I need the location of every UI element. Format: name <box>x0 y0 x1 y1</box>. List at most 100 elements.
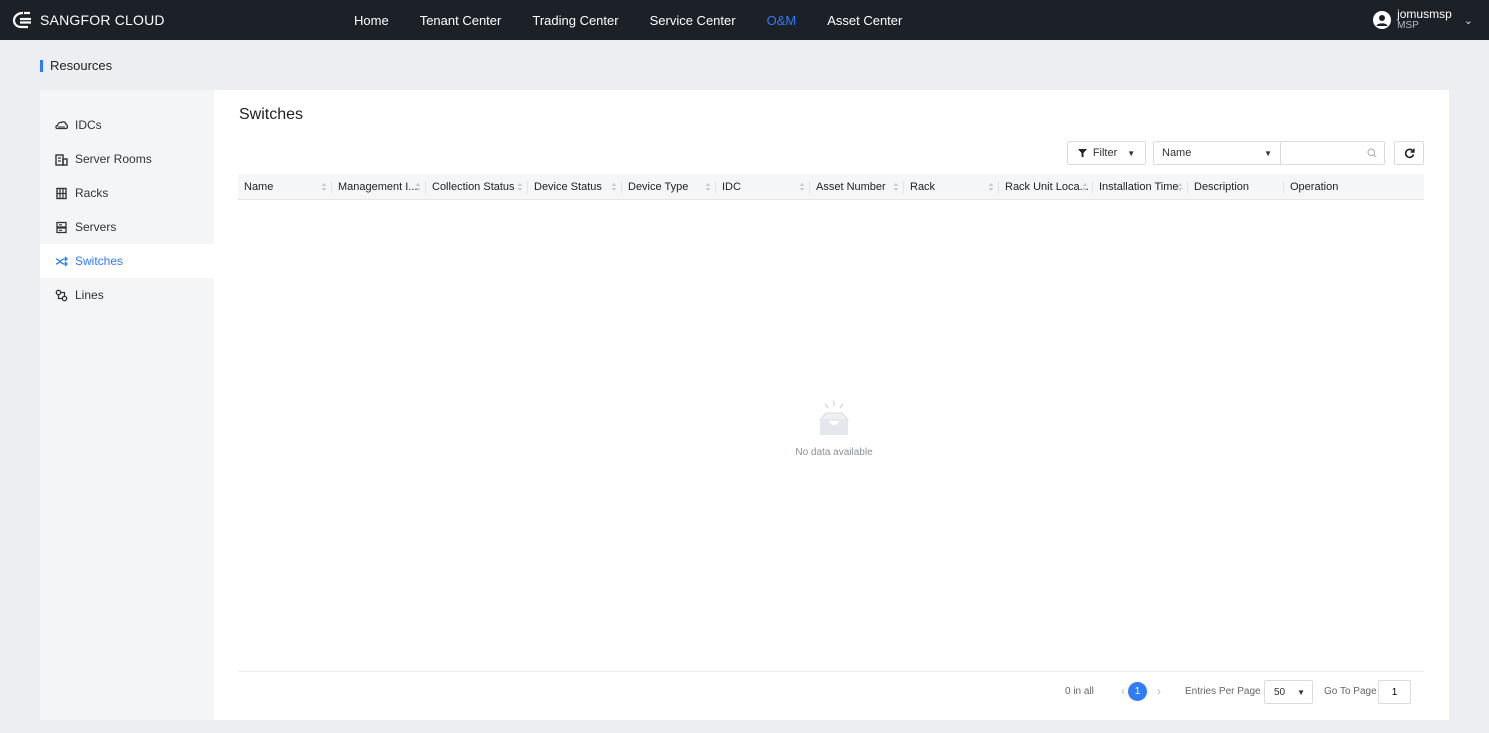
sort-icon[interactable] <box>893 182 899 192</box>
entries-per-page-value: 50 <box>1274 686 1286 698</box>
filter-icon <box>1077 148 1087 157</box>
brand-name: SANGFOR CLOUD <box>40 12 165 28</box>
column-label: Rack <box>910 181 936 193</box>
column-header-name[interactable]: Name <box>238 174 332 200</box>
refresh-button[interactable] <box>1394 141 1424 165</box>
entries-per-page-select[interactable]: 50 ▼ <box>1264 680 1313 704</box>
column-label: Asset Number <box>816 181 886 193</box>
main-panel: Switches Filter ▼ Name ▼ Name Management… <box>214 90 1449 720</box>
filter-button[interactable]: Filter ▼ <box>1067 141 1146 165</box>
caret-down-icon: ▼ <box>1264 148 1272 158</box>
chevron-right-icon[interactable]: › <box>1157 684 1161 698</box>
column-label: IDC <box>722 181 741 193</box>
empty-state-text: No data available <box>795 447 873 458</box>
column-header-collection-status[interactable]: Collection Status <box>426 174 528 200</box>
column-header-rack-unit-location[interactable]: Rack Unit Loca... <box>999 174 1093 200</box>
sort-icon[interactable] <box>1082 182 1088 192</box>
sort-icon[interactable] <box>321 182 327 192</box>
refresh-icon <box>1404 148 1415 158</box>
sidebar-item-racks[interactable]: Racks <box>40 176 214 210</box>
column-header-idc[interactable]: IDC <box>716 174 810 200</box>
user-name: jomusmsp <box>1397 7 1452 21</box>
rack-icon <box>55 187 68 200</box>
link-icon <box>55 289 68 302</box>
sort-icon[interactable] <box>415 182 421 192</box>
pagination-divider <box>238 671 1424 672</box>
sidebar-item-idcs[interactable]: IDCs <box>40 108 214 142</box>
column-header-device-type[interactable]: Device Type <box>622 174 716 200</box>
pagination-total: 0 in all <box>1065 686 1094 697</box>
column-label: Collection Status <box>432 181 515 193</box>
column-header-rack[interactable]: Rack <box>904 174 999 200</box>
sidebar: IDCs Server Rooms Racks Servers Switches… <box>40 90 214 720</box>
sidebar-item-switches[interactable]: Switches <box>40 244 214 278</box>
search-field-select[interactable]: Name ▼ <box>1153 141 1280 165</box>
chevron-down-icon: ⌄ <box>1463 14 1473 27</box>
sidebar-item-label: Lines <box>75 288 104 302</box>
sidebar-item-lines[interactable]: Lines <box>40 278 214 312</box>
top-navigation-bar: SANGFOR CLOUD Home Tenant Center Trading… <box>0 0 1489 40</box>
nav-item-service-center[interactable]: Service Center <box>650 13 736 28</box>
switch-icon <box>55 255 68 268</box>
caret-down-icon: ▼ <box>1127 148 1136 158</box>
server-icon <box>55 221 68 234</box>
user-avatar-icon <box>1373 11 1392 29</box>
sort-icon[interactable] <box>705 182 711 192</box>
sort-icon[interactable] <box>1177 182 1183 192</box>
search-input[interactable] <box>1287 143 1367 163</box>
column-label: Device Type <box>628 181 689 193</box>
page-title: Resources <box>50 58 113 73</box>
main-nav: Home Tenant Center Trading Center Servic… <box>354 0 933 40</box>
sangfor-logo-icon <box>12 11 31 29</box>
column-label: Name <box>244 181 274 193</box>
table-header: Name Management I... Collection Status D… <box>238 174 1424 200</box>
title-accent-bar <box>40 59 43 72</box>
sidebar-item-label: Server Rooms <box>75 152 152 166</box>
cloud-icon <box>55 119 68 132</box>
column-label: Description <box>1194 181 1250 193</box>
page-button-current[interactable]: 1 <box>1128 682 1147 701</box>
sidebar-item-label: Switches <box>75 254 124 268</box>
user-menu[interactable]: jomusmsp MSP ⌄ <box>1373 0 1473 40</box>
sort-icon[interactable] <box>611 182 617 192</box>
search-box <box>1280 141 1385 165</box>
sidebar-item-servers[interactable]: Servers <box>40 210 214 244</box>
go-to-page-input[interactable] <box>1378 680 1411 704</box>
caret-down-icon: ▼ <box>1297 687 1305 697</box>
column-label: Device Status <box>534 181 602 193</box>
page-header: Resources <box>40 58 112 73</box>
chevron-left-icon[interactable]: ‹ <box>1121 684 1125 698</box>
sort-icon[interactable] <box>799 182 805 192</box>
empty-state: No data available <box>774 398 894 458</box>
column-label: Installation Time <box>1099 181 1179 193</box>
brand-logo[interactable]: SANGFOR CLOUD <box>12 0 165 40</box>
empty-box-icon <box>818 401 850 435</box>
sidebar-item-label: IDCs <box>75 118 102 132</box>
filter-label: Filter <box>1092 147 1118 159</box>
column-label: Rack Unit Loca... <box>1005 181 1089 193</box>
building-icon <box>55 153 68 166</box>
search-field-value: Name <box>1162 147 1192 159</box>
user-role: MSP <box>1397 20 1419 31</box>
nav-item-asset-center[interactable]: Asset Center <box>827 13 902 28</box>
sidebar-item-server-rooms[interactable]: Server Rooms <box>40 142 214 176</box>
pagination: 0 in all ‹ 1 › Entries Per Page 50 ▼ Go … <box>214 679 1424 705</box>
nav-item-trading-center[interactable]: Trading Center <box>532 13 618 28</box>
user-info: jomusmsp MSP <box>1397 7 1452 31</box>
nav-item-tenant-center[interactable]: Tenant Center <box>420 13 502 28</box>
sidebar-item-label: Racks <box>75 186 109 200</box>
sort-icon[interactable] <box>988 182 994 192</box>
column-header-device-status[interactable]: Device Status <box>528 174 622 200</box>
search-icon[interactable] <box>1367 148 1377 158</box>
nav-item-home[interactable]: Home <box>354 13 389 28</box>
sort-icon[interactable] <box>517 182 523 192</box>
column-label: Operation <box>1290 181 1339 193</box>
nav-item-om[interactable]: O&M <box>767 13 797 28</box>
column-header-management-ip[interactable]: Management I... <box>332 174 426 200</box>
sidebar-item-label: Servers <box>75 220 117 234</box>
section-title: Switches <box>239 106 304 123</box>
column-header-description: Description <box>1188 174 1284 200</box>
column-header-installation-time[interactable]: Installation Time <box>1093 174 1188 200</box>
column-header-asset-number[interactable]: Asset Number <box>810 174 904 200</box>
column-header-operation: Operation <box>1284 174 1424 200</box>
